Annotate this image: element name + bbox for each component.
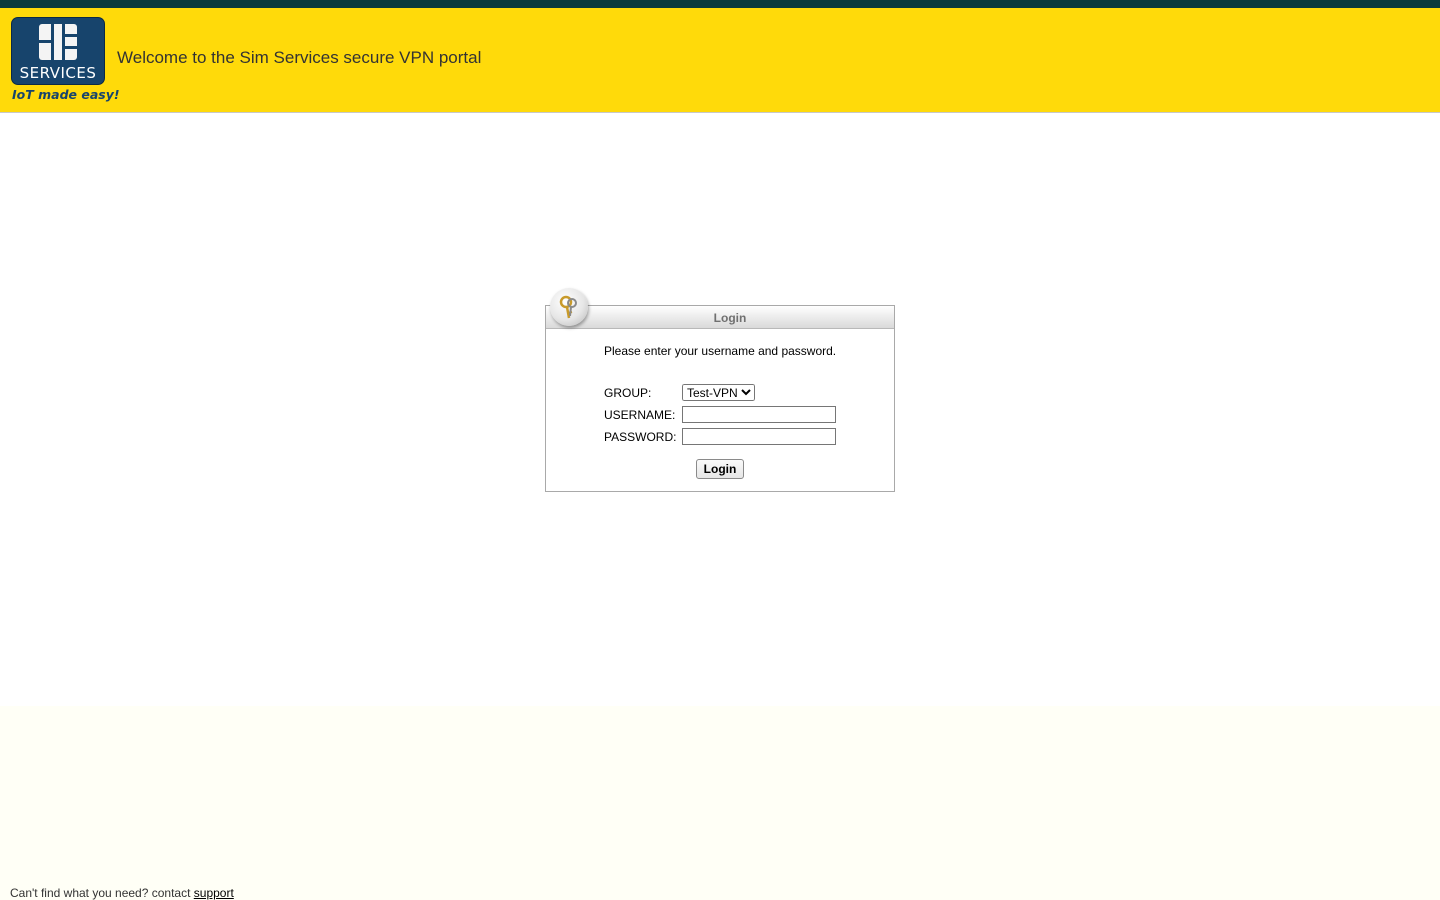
support-link[interactable]: support xyxy=(194,886,234,900)
header: SERVICES IoT made easy! Welcome to the S… xyxy=(0,8,1440,113)
page-title: Welcome to the Sim Services secure VPN p… xyxy=(117,48,482,67)
username-input[interactable] xyxy=(682,406,836,423)
username-label: USERNAME: xyxy=(604,408,676,422)
logo-brand-text: SERVICES xyxy=(19,64,97,82)
password-input[interactable] xyxy=(682,428,836,445)
sim-services-logo: SERVICES IoT made easy! xyxy=(11,17,120,103)
top-accent-bar xyxy=(0,0,1440,8)
sim-card-icon xyxy=(39,24,77,60)
login-instructions: Please enter your username and password. xyxy=(604,344,837,358)
group-label: GROUP: xyxy=(604,386,652,400)
group-select[interactable]: Test-VPN xyxy=(682,384,755,401)
login-panel-title: Login xyxy=(713,311,747,325)
logo-tagline: IoT made easy! xyxy=(12,87,120,102)
footer-help-prefix: Can't find what you need? contact xyxy=(10,886,191,900)
keys-icon xyxy=(550,288,588,326)
password-label: PASSWORD: xyxy=(604,430,677,444)
login-button[interactable]: Login xyxy=(696,459,744,479)
login-panel-header: Login xyxy=(546,306,894,329)
footer-help-text: Can't find what you need? contact suppor… xyxy=(10,886,234,900)
logo-badge: SERVICES xyxy=(12,18,104,84)
footer xyxy=(0,706,1440,900)
